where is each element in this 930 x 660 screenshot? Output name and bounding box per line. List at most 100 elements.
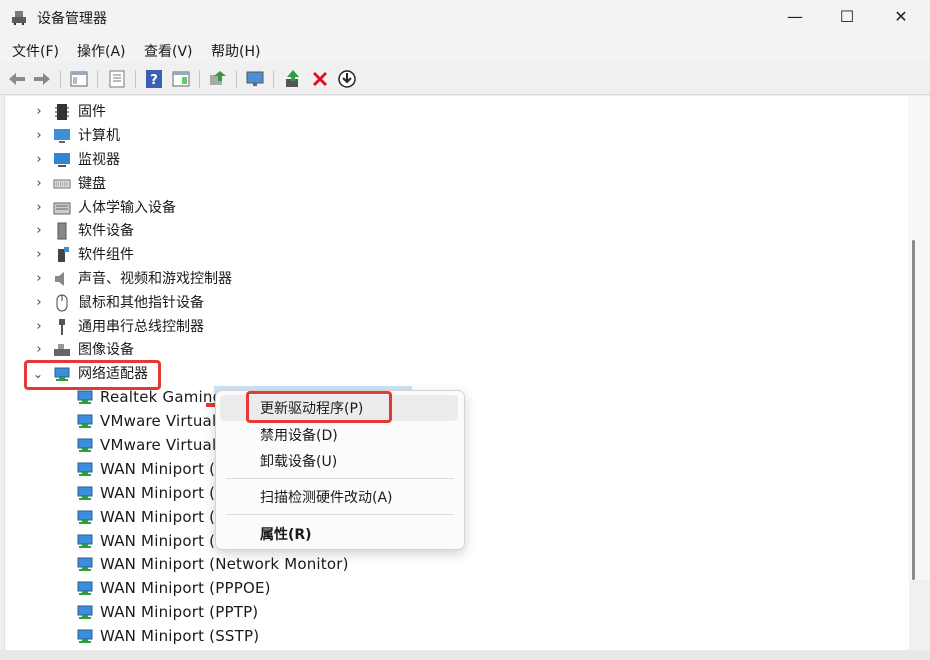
network-adapter-icon <box>77 557 93 571</box>
tree-item-keyboard[interactable]: › 键盘 <box>0 173 300 195</box>
toolbar-divider <box>273 70 274 88</box>
network-adapter-label: WAN Miniport (SSTP) <box>100 627 260 645</box>
network-adapter-label: WAN Miniport (L <box>100 532 224 550</box>
network-adapter-icon <box>77 629 93 643</box>
network-adapter-item[interactable]: WAN Miniport (SSTP) <box>0 625 420 647</box>
menu-item-uninstall-device[interactable]: 卸载设备(U) <box>260 451 337 471</box>
toolbar-divider <box>199 70 200 88</box>
network-adapter-icon <box>77 438 93 452</box>
firmware-icon <box>55 104 69 120</box>
device-manager-icon <box>12 11 26 25</box>
update-driver-icon[interactable] <box>208 69 228 89</box>
network-adapter-item[interactable]: WAN Miniport (Network Monitor) <box>0 553 420 575</box>
chevron-right-icon[interactable]: › <box>32 173 46 195</box>
menu-separator <box>226 514 454 515</box>
monitor-icon <box>54 153 70 167</box>
chevron-right-icon[interactable]: › <box>32 316 46 338</box>
network-adapter-label: WAN Miniport (I <box>100 508 220 526</box>
chevron-right-icon[interactable]: › <box>32 101 46 123</box>
network-adapter-item[interactable]: WAN Miniport (PPTP) <box>0 601 420 623</box>
hid-icon <box>53 202 71 215</box>
back-icon[interactable] <box>7 69 27 89</box>
remove-device-icon[interactable] <box>310 69 330 89</box>
tree-item-sound[interactable]: › 声音、视频和游戏控制器 <box>0 268 300 290</box>
tree-item-label: 监视器 <box>78 152 120 168</box>
chevron-right-icon[interactable]: › <box>32 292 46 314</box>
window-icon[interactable] <box>171 69 191 89</box>
network-adapter-icon <box>77 581 93 595</box>
network-adapter-label: WAN Miniport (PPPOE) <box>100 579 271 597</box>
tree-item-firmware[interactable]: › 固件 <box>0 101 300 123</box>
computer-icon <box>54 129 70 143</box>
network-adapter-icon <box>77 510 93 524</box>
monitor-icon[interactable] <box>245 69 265 89</box>
network-adapter-label: WAN Miniport (PPTP) <box>100 603 259 621</box>
toolbar-divider <box>60 70 61 88</box>
tree-item-label: 软件组件 <box>78 247 134 263</box>
network-adapter-icon <box>77 462 93 476</box>
tree-item-label: 鼠标和其他指针设备 <box>78 295 204 311</box>
enable-device-icon[interactable] <box>283 69 303 89</box>
status-strip <box>0 650 930 660</box>
chevron-right-icon[interactable]: › <box>32 339 46 361</box>
network-adapter-icon <box>77 486 93 500</box>
menu-item-scan-hardware[interactable]: 扫描检测硬件改动(A) <box>260 487 393 507</box>
network-adapter-icon <box>77 534 93 548</box>
network-adapter-item[interactable]: WAN Miniport (PPPOE) <box>0 577 420 599</box>
chevron-right-icon[interactable]: › <box>32 197 46 219</box>
toolbar-divider <box>97 70 98 88</box>
tree-item-label: 通用串行总线控制器 <box>78 319 204 335</box>
network-adapter-icon <box>77 414 93 428</box>
scrollbar-thumb[interactable] <box>912 240 915 580</box>
tree-item-monitor[interactable]: › 监视器 <box>0 149 300 171</box>
chevron-right-icon[interactable]: › <box>32 125 46 147</box>
speaker-icon <box>55 272 64 286</box>
toolbar: ? <box>0 64 930 95</box>
svg-text:?: ? <box>150 73 158 88</box>
menu-help[interactable]: 帮助(H) <box>211 41 260 61</box>
forward-icon[interactable] <box>32 69 52 89</box>
menu-separator <box>226 478 454 479</box>
menu-item-properties[interactable]: 属性(R) <box>260 524 312 544</box>
network-adapter-label: WAN Miniport (I <box>100 484 220 502</box>
network-adapter-icon <box>77 605 93 619</box>
menu-item-disable-device[interactable]: 禁用设备(D) <box>260 425 338 445</box>
tree-item-hid[interactable]: › 人体学输入设备 <box>0 197 300 219</box>
toolbar-divider <box>135 70 136 88</box>
tree-item-computer[interactable]: › 计算机 <box>0 125 300 147</box>
network-adapter-label: VMware Virtual E <box>100 436 231 454</box>
software-device-icon <box>57 222 67 240</box>
tree-item-camera[interactable]: › 图像设备 <box>0 339 300 361</box>
tree-item-software-component[interactable]: › 软件组件 <box>0 244 300 266</box>
chevron-right-icon[interactable]: › <box>32 244 46 266</box>
minimize-button[interactable]: — <box>772 0 818 34</box>
tree-item-mouse[interactable]: › 鼠标和其他指针设备 <box>0 292 300 314</box>
chevron-right-icon[interactable]: › <box>32 220 46 242</box>
network-adapter-label: WAN Miniport (Network Monitor) <box>100 555 349 573</box>
menu-view[interactable]: 查看(V) <box>144 41 193 61</box>
menu-action[interactable]: 操作(A) <box>77 41 126 61</box>
tree-item-usb[interactable]: › 通用串行总线控制器 <box>0 316 300 338</box>
mouse-icon <box>56 294 68 312</box>
list-icon[interactable] <box>107 69 127 89</box>
tree-item-label: 固件 <box>78 104 106 120</box>
tree-item-label: 图像设备 <box>78 342 134 358</box>
download-icon[interactable] <box>337 69 357 89</box>
maximize-button[interactable]: ☐ <box>824 0 870 34</box>
help-icon[interactable]: ? <box>144 69 164 89</box>
tree-item-label: 人体学输入设备 <box>78 200 176 216</box>
usb-icon <box>59 319 65 335</box>
camera-icon <box>54 344 70 356</box>
chevron-right-icon[interactable]: › <box>32 268 46 290</box>
network-adapter-label: WAN Miniport (I <box>100 460 220 478</box>
close-button[interactable]: ✕ <box>878 0 924 34</box>
title-bar: 设备管理器 — ☐ ✕ <box>0 0 930 34</box>
software-component-icon <box>58 247 69 262</box>
network-adapter-icon <box>77 390 93 404</box>
chevron-right-icon[interactable]: › <box>32 149 46 171</box>
menu-file[interactable]: 文件(F) <box>12 41 59 61</box>
properties-pane-icon[interactable] <box>69 69 89 89</box>
tree-item-label: 键盘 <box>78 176 106 192</box>
tree-item-software-device[interactable]: › 软件设备 <box>0 220 300 242</box>
window-title: 设备管理器 <box>37 11 107 27</box>
